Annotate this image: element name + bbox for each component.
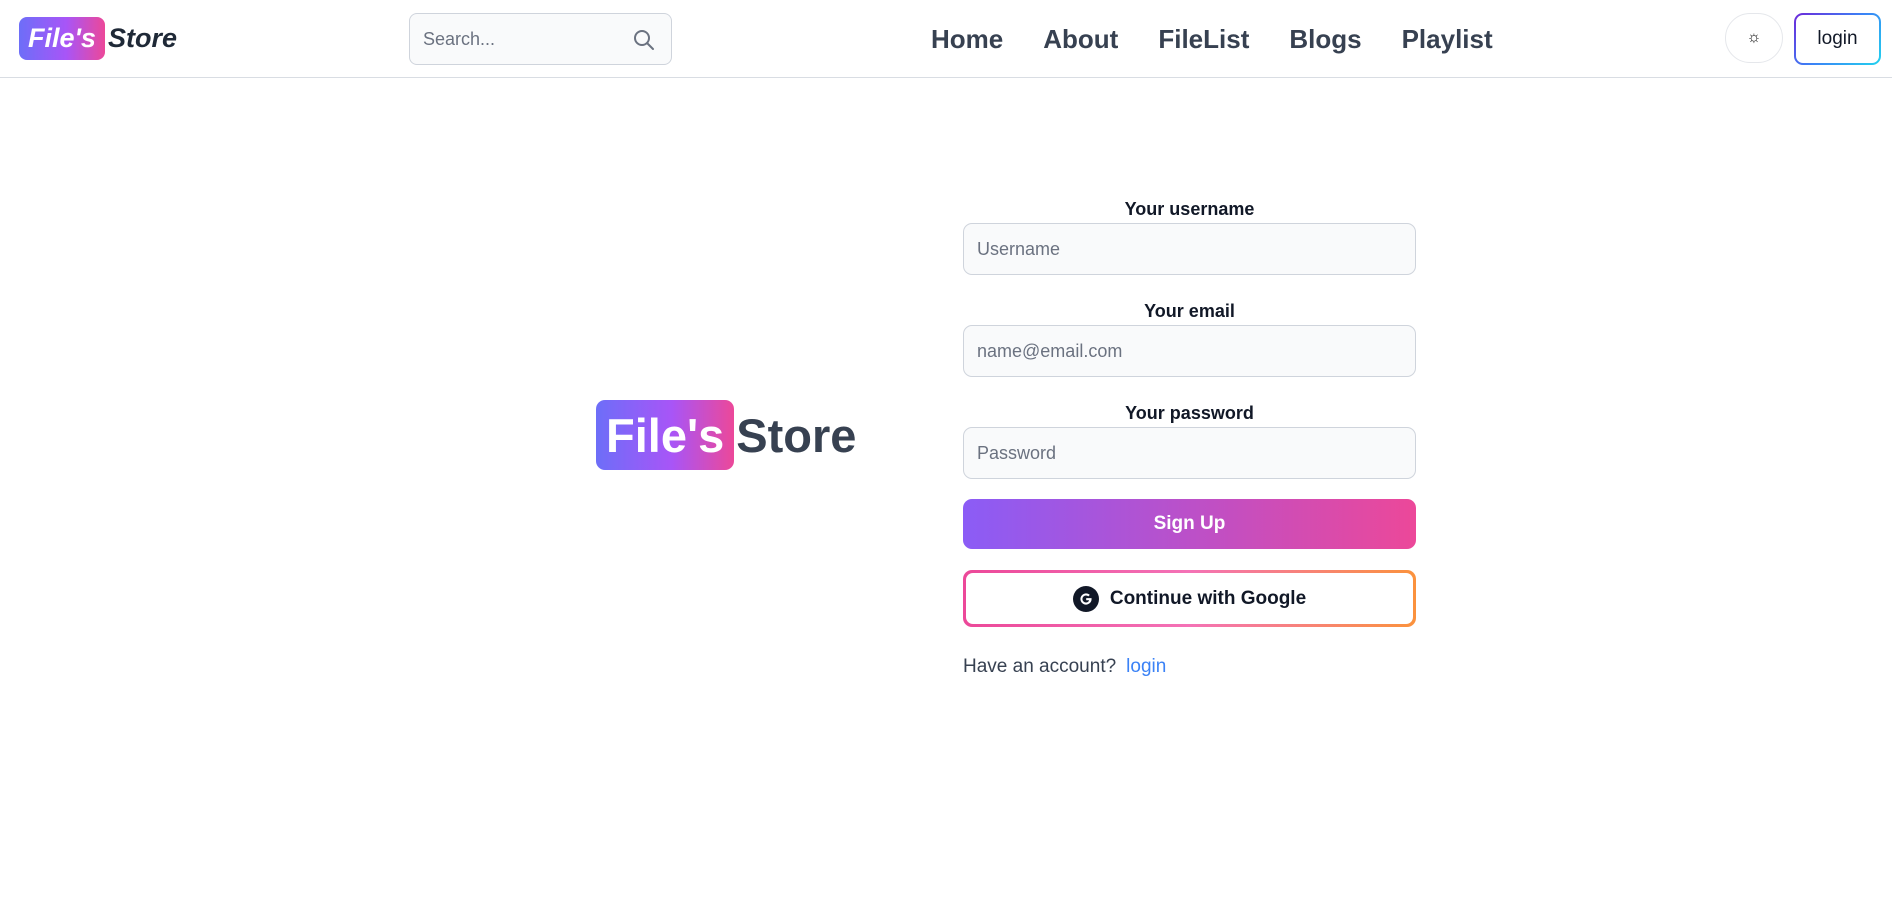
account-prompt: Have an account? login bbox=[963, 656, 1416, 678]
google-signin-label: Continue with Google bbox=[1109, 587, 1307, 609]
username-group: Your username bbox=[963, 196, 1416, 275]
google-icon bbox=[1072, 585, 1099, 612]
signup-form: Your username Your email Your password S… bbox=[963, 196, 1416, 678]
password-group: Your password bbox=[963, 400, 1416, 479]
nav-link-playlist[interactable]: Playlist bbox=[1402, 24, 1493, 55]
brand-logo-badge: File's bbox=[19, 17, 105, 60]
header-login-label: login bbox=[1796, 15, 1879, 63]
username-label: Your username bbox=[1124, 199, 1255, 219]
hero-logo: File's Store bbox=[596, 400, 856, 470]
hero-logo-text: Store bbox=[736, 408, 857, 462]
brand-logo-text: Store bbox=[107, 23, 177, 53]
nav-link-about[interactable]: About bbox=[1043, 24, 1118, 55]
email-field[interactable] bbox=[963, 325, 1416, 377]
account-prompt-text: Have an account? bbox=[963, 656, 1117, 677]
brand-logo[interactable]: File's Store bbox=[19, 17, 177, 60]
sun-icon: ☼ bbox=[1746, 29, 1762, 46]
password-field[interactable] bbox=[963, 427, 1416, 479]
signup-button[interactable]: Sign Up bbox=[963, 499, 1416, 549]
password-label: Your password bbox=[1125, 403, 1254, 423]
theme-toggle-button[interactable]: ☼ bbox=[1725, 13, 1783, 63]
main-nav: Home About FileList Blogs Playlist bbox=[931, 0, 1493, 78]
search-box bbox=[409, 13, 672, 65]
username-field[interactable] bbox=[963, 223, 1416, 275]
header-login-button[interactable]: login bbox=[1794, 13, 1881, 65]
hero-logo-badge: File's bbox=[596, 400, 735, 470]
google-signin-inner: Continue with Google bbox=[966, 573, 1413, 624]
email-label: Your email bbox=[1144, 301, 1235, 321]
email-group: Your email bbox=[963, 298, 1416, 377]
nav-link-blogs[interactable]: Blogs bbox=[1289, 24, 1361, 55]
login-link[interactable]: login bbox=[1126, 656, 1166, 678]
nav-link-filelist[interactable]: FileList bbox=[1158, 24, 1249, 55]
top-navbar: File's Store Home About FileList Blogs P… bbox=[0, 0, 1892, 78]
nav-link-home[interactable]: Home bbox=[931, 24, 1003, 55]
search-icon[interactable] bbox=[632, 28, 656, 52]
google-signin-button[interactable]: Continue with Google bbox=[963, 570, 1416, 627]
